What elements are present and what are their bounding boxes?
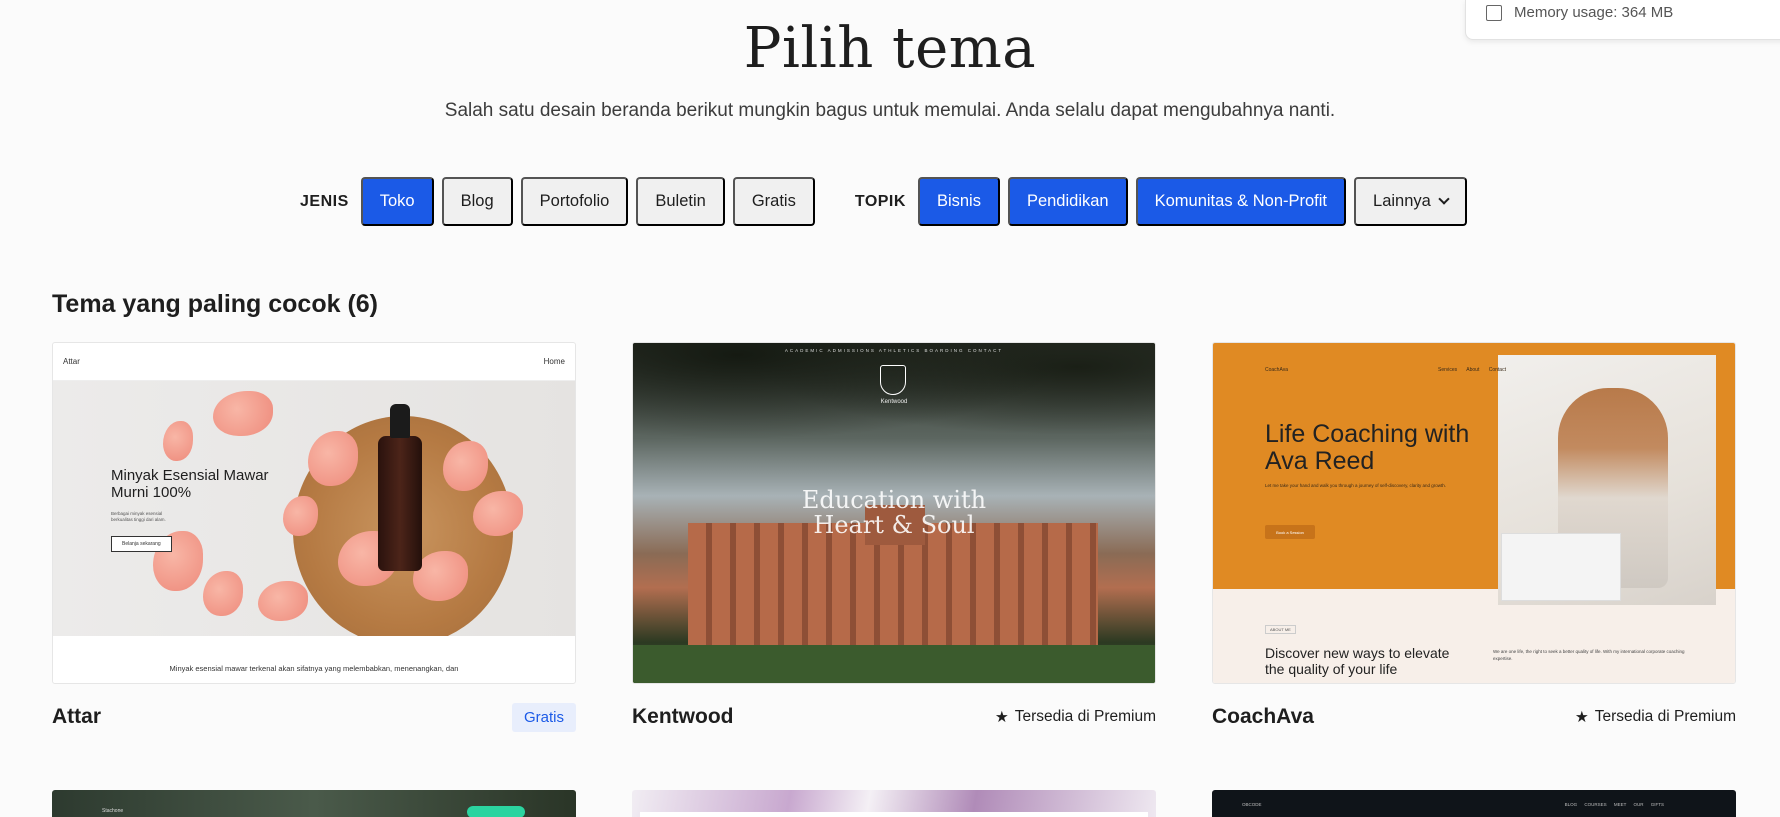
premium-label: ★ Tersedia di Premium: [995, 708, 1156, 727]
filter-chip-komunitas[interactable]: Komunitas & Non-Profit: [1135, 177, 1347, 226]
filter-chip-buletin[interactable]: Buletin: [636, 177, 725, 226]
theme-preview-row2-2[interactable]: [632, 790, 1156, 817]
preview-heading: Education with Heart & Soul: [801, 486, 987, 540]
theme-card-coachava[interactable]: CoachAva Services About Contact Life Coa…: [1212, 342, 1736, 732]
theme-preview-row2-1[interactable]: Stachone: [52, 790, 576, 817]
preview-body: Let me take your hand and walk you throu…: [1265, 483, 1447, 488]
premium-label: ★ Tersedia di Premium: [1575, 708, 1736, 727]
preview-nav-links: Services About Contact: [1438, 367, 1506, 373]
preview-button: Belanja sekarang: [111, 536, 172, 552]
filter-chip-toko[interactable]: Toko: [360, 177, 434, 226]
filter-chip-portofolio[interactable]: Portofolio: [520, 177, 629, 226]
preview-button: [467, 806, 525, 817]
star-icon: ★: [994, 708, 1009, 726]
filter-chip-blog[interactable]: Blog: [441, 177, 513, 226]
theme-preview-kentwood[interactable]: ACADEMIC ADMISSIONS ATHLETICS BOARDING C…: [632, 342, 1156, 684]
type-filter-label: JENIS: [300, 192, 349, 210]
filter-chip-pendidikan[interactable]: Pendidikan: [1007, 177, 1128, 226]
theme-name[interactable]: Attar: [52, 705, 101, 729]
theme-preview-attar[interactable]: Attar Home Minyak Esensial Mawar Murni 1…: [52, 342, 576, 684]
topic-filter-label: TOPIK: [854, 192, 906, 210]
free-badge: Gratis: [511, 702, 576, 732]
preview-body: Berbagai minyak esensial berkualitas tin…: [111, 511, 166, 523]
theme-preview-row2-3[interactable]: OBCODE BLOG COURSES MEET OUR GIFTS: [1212, 790, 1736, 817]
section-title: Tema yang paling cocok (6): [52, 290, 379, 318]
filter-bar: JENIS Toko Blog Portofolio Buletin Grati…: [300, 177, 1475, 226]
preview-nav-link: Home: [543, 357, 565, 366]
preview-nav-links: BLOG COURSES MEET OUR GIFTS: [1564, 802, 1664, 807]
theme-card-attar[interactable]: Attar Home Minyak Esensial Mawar Murni 1…: [52, 342, 576, 732]
filter-chip-bisnis[interactable]: Bisnis: [917, 177, 1000, 226]
filter-chip-gratis[interactable]: Gratis: [732, 177, 815, 226]
preview-brand: Stachone: [102, 808, 124, 814]
premium-text: Tersedia di Premium: [1594, 708, 1736, 725]
preview-brand: OBCODE: [1242, 802, 1262, 807]
oil-bottle-image: [378, 404, 422, 571]
premium-text: Tersedia di Premium: [1014, 708, 1156, 725]
theme-name[interactable]: Kentwood: [632, 705, 733, 729]
theme-card-kentwood[interactable]: ACADEMIC ADMISSIONS ATHLETICS BOARDING C…: [632, 342, 1156, 732]
preview-brand: Kentwood: [880, 399, 908, 405]
filter-more-label: Lainnya: [1373, 192, 1431, 210]
preview-button: Book a Session: [1265, 525, 1315, 539]
star-icon: ★: [1574, 708, 1589, 726]
preview-brand: CoachAva: [1265, 367, 1288, 373]
shield-icon: [880, 365, 906, 395]
preview-heading: Life Coaching with Ava Reed: [1265, 420, 1470, 475]
preview-heading: Minyak Esensial Mawar Murni 100%: [111, 467, 269, 502]
preview-heading-2: Discover new ways to elevate the quality…: [1265, 645, 1450, 678]
theme-preview-coachava[interactable]: CoachAva Services About Contact Life Coa…: [1212, 342, 1736, 684]
preview-body-2: We are one life, the right to seek a bet…: [1493, 649, 1685, 662]
chevron-down-icon: [1438, 193, 1450, 205]
preview-top-nav: ACADEMIC ADMISSIONS ATHLETICS BOARDING C…: [784, 348, 1004, 353]
preview-nav-brand: Attar: [63, 357, 80, 366]
preview-caption: Minyak esensial mawar terkenal akan sifa…: [169, 664, 459, 673]
page-subtitle: Salah satu desain beranda berikut mungki…: [444, 100, 1336, 121]
filter-more-dropdown[interactable]: Lainnya: [1354, 177, 1467, 226]
preview-tag: ABOUT ME: [1265, 625, 1296, 634]
theme-name[interactable]: CoachAva: [1212, 705, 1314, 729]
page-title: Pilih tema: [743, 16, 1037, 81]
